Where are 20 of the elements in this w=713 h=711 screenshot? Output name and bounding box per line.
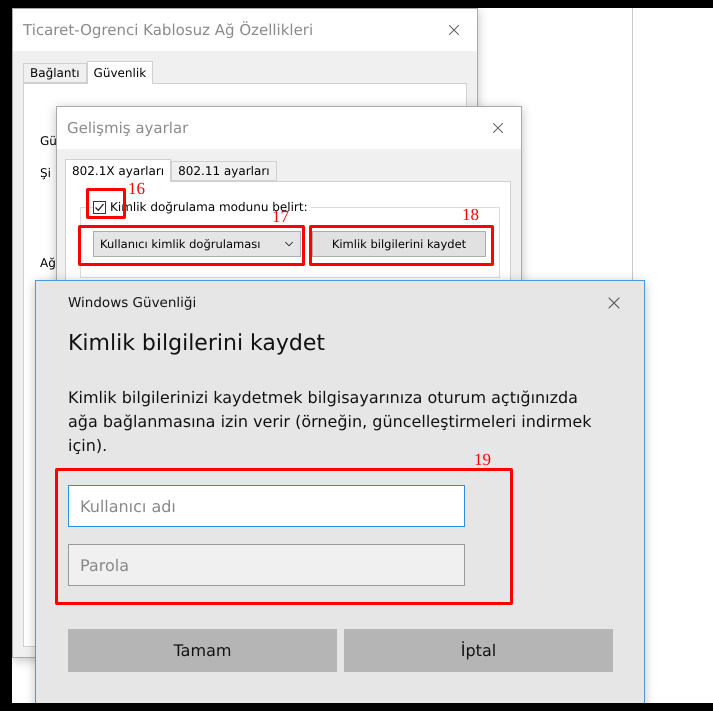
tab[interactable]: 802.1X ayarları xyxy=(65,159,172,182)
input-field[interactable]: Parola xyxy=(68,544,465,586)
field-label: Ağ xyxy=(40,256,56,270)
checkbox[interactable] xyxy=(93,200,106,214)
dialog-app-title: Windows Güvenliği xyxy=(68,295,196,311)
tab[interactable]: 802.11 ayarları xyxy=(171,161,277,181)
field-label: Şi xyxy=(40,166,51,180)
tab[interactable]: Güvenlik xyxy=(86,61,154,84)
dialog-heading: Kimlik bilgilerini kaydet xyxy=(68,331,326,356)
tab[interactable]: Bağlantı xyxy=(23,63,87,83)
window-title: Gelişmiş ayarlar xyxy=(67,119,188,137)
window-title: Ticaret-Ogrenci Kablosuz Ağ Özellikleri xyxy=(23,21,314,39)
field-label: Gü xyxy=(40,134,57,148)
dialog-button[interactable]: İptal xyxy=(344,629,613,672)
step-number: 18 xyxy=(462,205,479,225)
step-number: 16 xyxy=(128,179,145,199)
auth-mode-dropdown[interactable]: Kullanıcı kimlik doğrulaması xyxy=(93,231,301,257)
save-credentials-button[interactable]: Kimlik bilgilerini kaydet xyxy=(312,231,486,257)
dialog-button[interactable]: Tamam xyxy=(68,629,337,672)
input-field[interactable]: Kullanıcı adı xyxy=(68,485,465,527)
